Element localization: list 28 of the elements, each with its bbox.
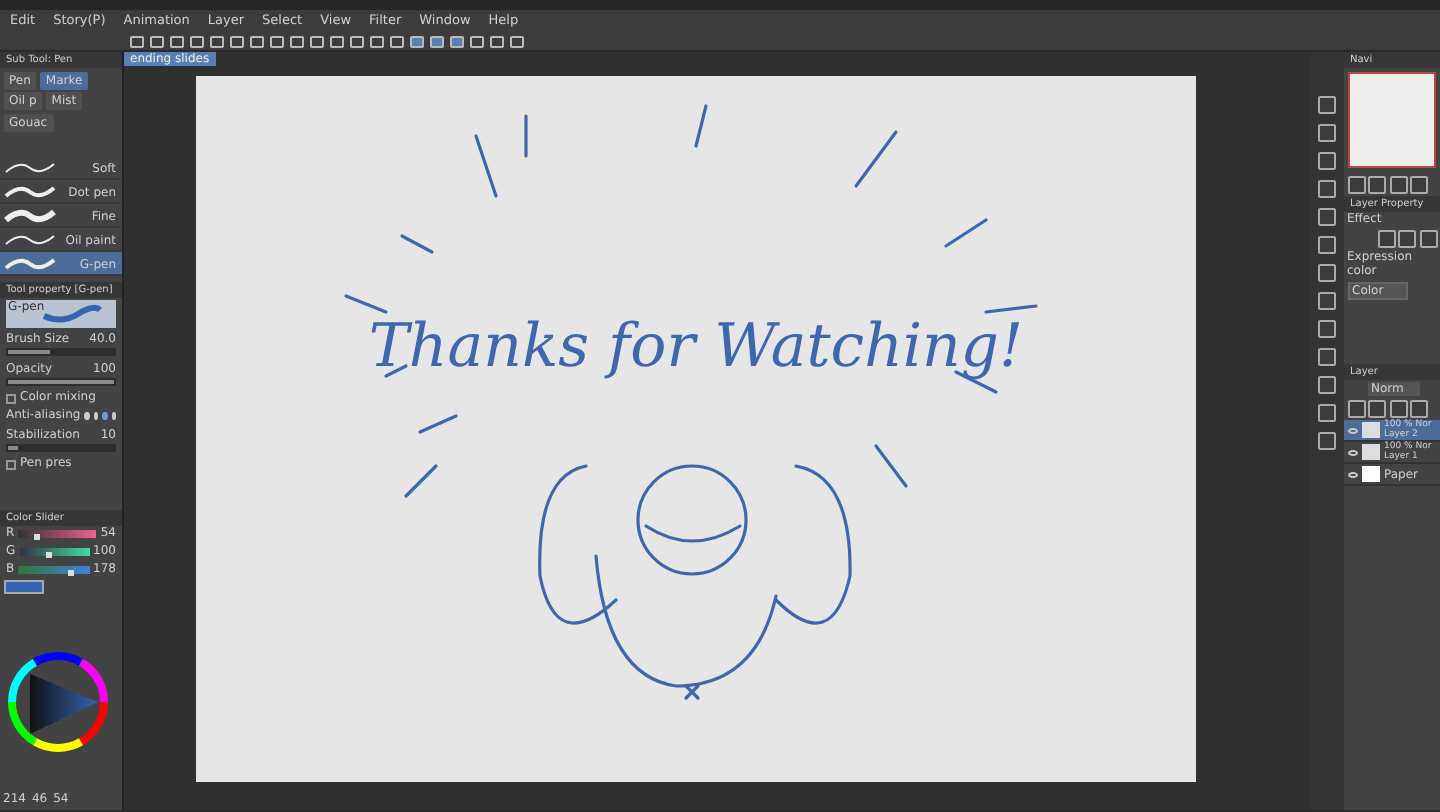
eye-icon[interactable] <box>1348 427 1358 434</box>
brush-stroke-icon <box>4 183 56 200</box>
anti-aliasing-option[interactable] <box>111 412 116 421</box>
checkbox[interactable] <box>6 459 16 470</box>
slider-thumb[interactable] <box>34 534 41 541</box>
anti-aliasing-option[interactable] <box>93 412 99 421</box>
eye-icon[interactable] <box>1348 449 1358 456</box>
brush-stroke-icon <box>4 159 56 176</box>
handwritten-heading: Thanks for Watching! <box>368 312 1024 384</box>
slider-track[interactable] <box>6 444 116 453</box>
brush-stroke-icon <box>4 255 56 272</box>
brush-stroke-icon <box>4 207 56 224</box>
slider-track[interactable] <box>18 530 97 539</box>
slider-track[interactable] <box>18 566 90 575</box>
main-color-swatch[interactable] <box>3 579 43 594</box>
slider-track[interactable] <box>19 548 90 557</box>
canvas-paper[interactable]: Thanks for Watching! <box>196 76 1196 782</box>
slider-track[interactable] <box>6 348 116 357</box>
anti-aliasing-option[interactable] <box>102 412 108 421</box>
anti-aliasing-option[interactable] <box>84 412 90 421</box>
slider-thumb[interactable] <box>67 570 74 577</box>
eye-icon[interactable] <box>1348 471 1358 478</box>
slider-thumb[interactable] <box>46 552 53 559</box>
brush-stroke-icon <box>4 231 56 248</box>
stroke-preview-icon <box>42 303 102 324</box>
color-wheel-drawing[interactable] <box>6 649 110 754</box>
navigator-thumbnail[interactable] <box>1348 72 1436 168</box>
checkbox[interactable] <box>6 393 16 404</box>
